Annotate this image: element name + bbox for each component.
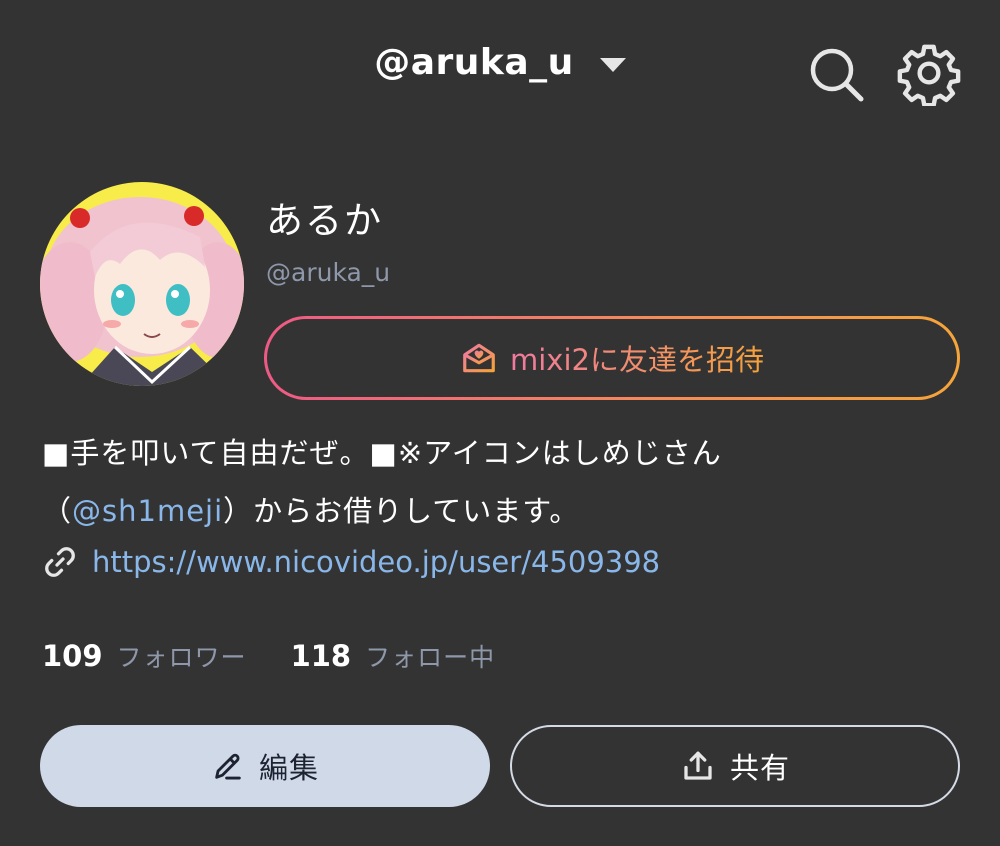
- avatar[interactable]: [40, 182, 244, 386]
- header-username: @aruka_u: [374, 42, 574, 83]
- profile-page: @aruka_u あるか @aruka_u mixi2に友達を招待 ■手を叩いて…: [0, 0, 1000, 846]
- gear-icon: [897, 44, 961, 108]
- follow-stats: 109 フォロワー 118 フォロー中: [42, 638, 495, 674]
- share-label: 共有: [729, 751, 790, 785]
- invite-friends-button[interactable]: mixi2に友達を招待: [264, 316, 960, 400]
- settings-button[interactable]: [896, 40, 962, 108]
- display-name: あるか: [266, 199, 383, 242]
- envelope-heart-icon: [463, 343, 495, 373]
- following-stat[interactable]: 118 フォロー中: [291, 638, 496, 674]
- bio-line-2: （@sh1meji）からお借りしています。: [42, 482, 962, 540]
- following-label: フォロー中: [365, 643, 496, 672]
- share-profile-button[interactable]: 共有: [510, 725, 960, 807]
- profile-bio: ■手を叩いて自由だぜ。■※アイコンはしめじさん （@sh1meji）からお借りし…: [42, 424, 962, 540]
- avatar-image: [40, 182, 244, 386]
- search-button[interactable]: [806, 44, 866, 104]
- edit-label: 編集: [258, 751, 319, 785]
- profile-handle: @aruka_u: [266, 258, 391, 287]
- search-icon: [810, 48, 864, 102]
- followers-count: 109: [42, 639, 103, 673]
- invite-label: mixi2に友達を招待: [510, 337, 764, 379]
- followers-label: フォロワー: [116, 643, 247, 672]
- chevron-down-icon: [599, 57, 626, 72]
- invite-button-inner: mixi2に友達を招待: [267, 319, 957, 397]
- profile-link-row: https://www.nicovideo.jp/user/4509398: [42, 544, 660, 580]
- bio-line-1: ■手を叩いて自由だぜ。■※アイコンはしめじさん: [42, 436, 722, 470]
- bio-paren-open: （: [42, 494, 73, 528]
- following-count: 118: [290, 639, 352, 673]
- link-icon: [45, 547, 75, 577]
- share-upload-icon: [684, 751, 712, 780]
- bio-mention-link[interactable]: @sh1meji: [72, 494, 223, 528]
- edit-profile-button[interactable]: 編集: [40, 725, 490, 807]
- pencil-icon: [215, 753, 241, 780]
- profile-url-link[interactable]: https://www.nicovideo.jp/user/4509398: [92, 545, 660, 579]
- followers-stat[interactable]: 109 フォロワー: [42, 638, 247, 674]
- bio-line-2-text: ）からお借りしています。: [223, 494, 580, 528]
